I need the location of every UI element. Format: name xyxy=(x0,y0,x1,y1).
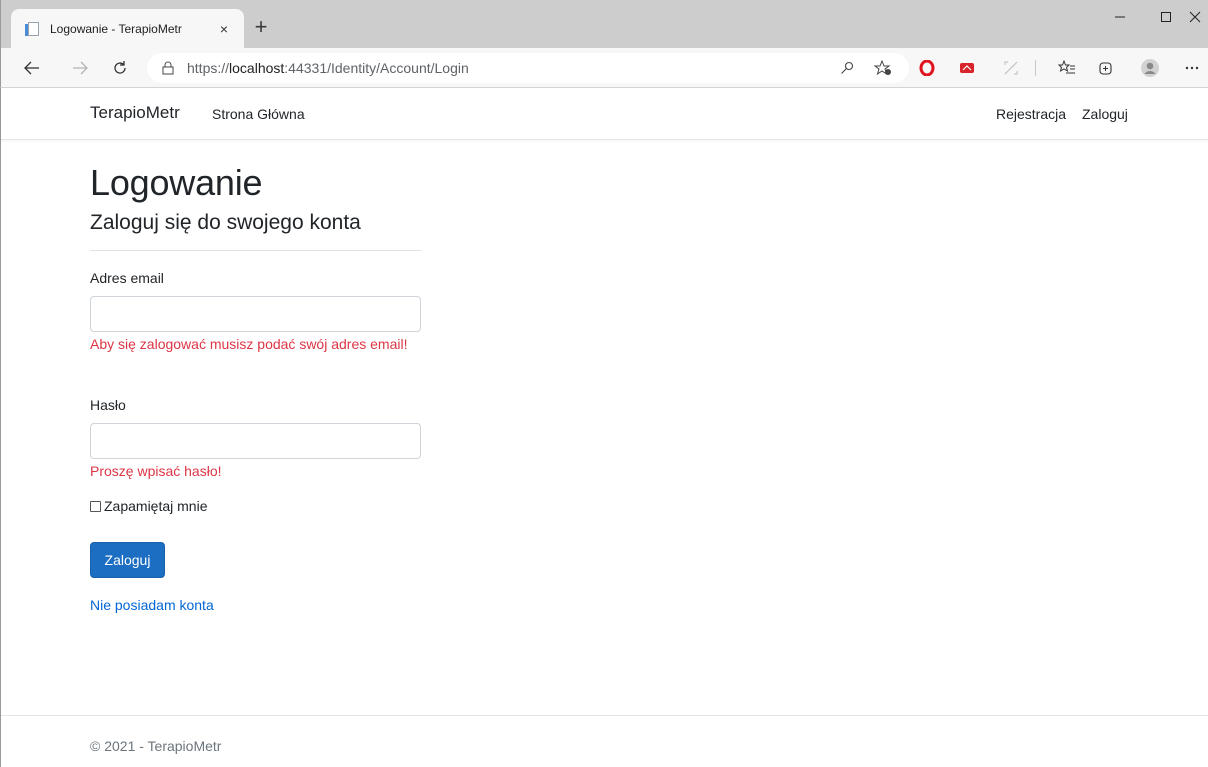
forward-icon xyxy=(73,61,88,75)
footer-copyright: © 2021 - TerapioMetr xyxy=(90,738,222,754)
reload-button[interactable] xyxy=(109,57,131,79)
favorites-icon[interactable] xyxy=(1056,57,1078,79)
remember-me-label: Zapamiętaj mnie xyxy=(104,498,208,514)
forward-button[interactable] xyxy=(69,57,91,79)
brand-link[interactable]: TerapioMetr xyxy=(90,103,180,123)
tab-title: Logowanie - TerapioMetr xyxy=(50,21,182,36)
close-icon xyxy=(1189,11,1201,23)
login-submit-button[interactable]: Zaloguj xyxy=(90,542,165,578)
password-field[interactable] xyxy=(90,423,421,459)
favorites-add-icon[interactable] xyxy=(873,59,893,77)
remember-me[interactable]: Zapamiętaj mnie xyxy=(90,498,208,514)
collections-icon[interactable] xyxy=(1095,57,1117,79)
remember-me-checkbox[interactable] xyxy=(90,500,101,512)
new-tab-button[interactable]: + xyxy=(249,16,273,40)
nav-login-link[interactable]: Zaloguj xyxy=(1082,106,1128,122)
extension-red-icon[interactable] xyxy=(956,57,978,79)
nav-register-link[interactable]: Rejestracja xyxy=(996,106,1066,122)
browser-toolbar: https://localhost:44331/Identity/Account… xyxy=(0,48,1208,88)
site-footer: © 2021 - TerapioMetr xyxy=(1,715,1208,767)
email-label: Adres email xyxy=(90,270,164,286)
toolbar-divider xyxy=(1035,60,1036,76)
page-title: Logowanie xyxy=(90,162,263,203)
profile-icon[interactable] xyxy=(1139,57,1161,79)
window-minimize-button[interactable] xyxy=(1097,0,1143,34)
browser-tab-strip: Logowanie - TerapioMetr × + xyxy=(0,0,1208,48)
minimize-icon xyxy=(1115,16,1125,18)
no-account-link[interactable]: Nie posiadam konta xyxy=(90,597,214,613)
back-button[interactable] xyxy=(21,57,43,79)
lock-icon[interactable] xyxy=(161,60,175,76)
tab-close-icon[interactable]: × xyxy=(214,21,234,37)
site-navbar: TerapioMetr Strona Główna Rejestracja Za… xyxy=(1,88,1208,140)
back-icon xyxy=(24,61,39,75)
page-favicon-icon xyxy=(25,21,41,37)
email-field[interactable] xyxy=(90,296,421,332)
browser-tab[interactable]: Logowanie - TerapioMetr × xyxy=(11,9,244,48)
page-subtitle: Zaloguj się do swojego konta xyxy=(90,211,361,234)
nav-home-link[interactable]: Strona Główna xyxy=(212,106,305,122)
more-icon[interactable] xyxy=(1181,57,1203,79)
window-close-button[interactable] xyxy=(1181,0,1208,34)
maximize-icon xyxy=(1161,12,1171,22)
opera-icon[interactable] xyxy=(916,57,938,79)
email-error-message: Aby się zalogować musisz podać swój adre… xyxy=(90,336,408,352)
url-text: https://localhost:44331/Identity/Account… xyxy=(187,60,469,76)
reload-icon xyxy=(114,61,126,74)
cast-icon[interactable] xyxy=(1000,57,1022,79)
page-content: TerapioMetr Strona Główna Rejestracja Za… xyxy=(0,88,1208,767)
password-label: Hasło xyxy=(90,397,126,413)
key-icon[interactable] xyxy=(837,59,857,77)
address-bar[interactable]: https://localhost:44331/Identity/Account… xyxy=(147,53,909,83)
password-error-message: Proszę wpisać hasło! xyxy=(90,463,222,479)
divider xyxy=(90,250,421,251)
